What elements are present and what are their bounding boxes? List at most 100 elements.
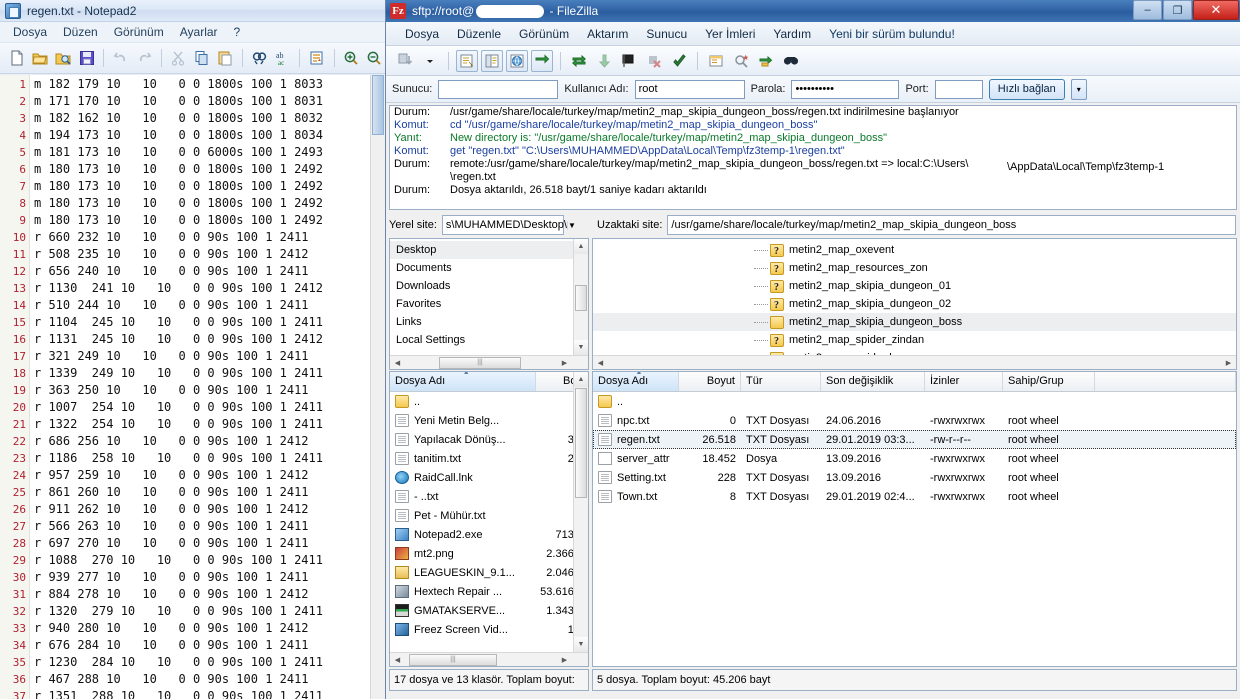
- reconnect-icon[interactable]: [668, 50, 690, 72]
- local-list-horizontal-scrollbar[interactable]: ◀ ||| ▶: [390, 652, 588, 666]
- new-file-icon[interactable]: [6, 46, 27, 70]
- replace-icon[interactable]: ab ac: [272, 46, 293, 70]
- menu-item-duzenle[interactable]: Düzenle: [448, 25, 510, 43]
- menu-item-gorunum[interactable]: Görünüm: [106, 24, 172, 40]
- scroll-left-icon[interactable]: ◀: [593, 359, 608, 367]
- scroll-left-icon[interactable]: ◀: [390, 656, 405, 664]
- remote-file-row[interactable]: Setting.txt 228 TXT Dosyası 13.09.2016 -rwxr…: [593, 468, 1236, 487]
- editor-line[interactable]: r 467 288 10 10 0 0 90s 100 1 2411: [34, 671, 370, 688]
- local-file-row[interactable]: tanitim.txt2.4: [390, 449, 588, 468]
- editor-line[interactable]: r 940 280 10 10 0 0 90s 100 1 2412: [34, 620, 370, 637]
- toggle-message-log-icon[interactable]: [456, 49, 478, 72]
- minimize-button[interactable]: –: [1133, 0, 1162, 20]
- menu-item-yer-imleri[interactable]: Yer İmleri: [696, 25, 764, 43]
- editor-line[interactable]: r 884 278 10 10 0 0 90s 100 1 2412: [34, 586, 370, 603]
- local-tree-horizontal-scrollbar[interactable]: ◀ ||| ▶: [390, 355, 588, 369]
- remote-tree-item[interactable]: metin2_map_skipia_dungeon_01: [593, 277, 1236, 297]
- goto-line-icon[interactable]: [306, 46, 327, 70]
- local-file-row[interactable]: - ..txt1: [390, 487, 588, 506]
- editor-line[interactable]: r 676 284 10 10 0 0 90s 100 1 2411: [34, 637, 370, 654]
- editor-line[interactable]: r 1007 254 10 10 0 0 90s 100 1 2411: [34, 399, 370, 416]
- scroll-left-icon[interactable]: ◀: [390, 359, 405, 367]
- editor-line[interactable]: r 1230 284 10 10 0 0 90s 100 1 2411: [34, 654, 370, 671]
- menu-item-gorunum[interactable]: Görünüm: [510, 25, 578, 43]
- scroll-down-icon[interactable]: ▼: [574, 637, 588, 652]
- close-button[interactable]: ✕: [1193, 0, 1239, 20]
- local-tree-item[interactable]: Documents: [390, 259, 588, 277]
- chevron-down-icon[interactable]: ▼: [566, 220, 576, 230]
- column-header-name[interactable]: Dosya Adı: [390, 372, 537, 391]
- editor-line[interactable]: r 1320 279 10 10 0 0 90s 100 1 2411: [34, 603, 370, 620]
- column-header-name[interactable]: Dosya Adı: [593, 372, 679, 391]
- local-file-row[interactable]: RaidCall.lnk9: [390, 468, 588, 487]
- save-file-icon[interactable]: [76, 46, 97, 70]
- remote-tree-item[interactable]: metin2_map_resources_zon: [593, 259, 1236, 279]
- menu-item-aktarim[interactable]: Aktarım: [578, 25, 637, 43]
- editor-vertical-scrollbar[interactable]: [370, 75, 385, 699]
- editor-line[interactable]: r 1351 288 10 10 0 0 90s 100 1 2411: [34, 688, 370, 699]
- local-list-vertical-scrollbar[interactable]: ▲ ▼: [573, 372, 588, 652]
- editor-line[interactable]: m 180 173 10 10 0 0 1800s 100 1 2492: [34, 195, 370, 212]
- cancel-operation-icon[interactable]: [618, 50, 640, 72]
- local-file-row[interactable]: Yapılacak Dönüş...3.3: [390, 430, 588, 449]
- find-icon[interactable]: [249, 46, 270, 70]
- undo-icon[interactable]: [110, 46, 131, 70]
- local-file-row[interactable]: Hextech Repair ... 53.616.6: [390, 582, 588, 601]
- editor-line[interactable]: r 1130 241 10 10 0 0 90s 100 1 2412: [34, 280, 370, 297]
- scrollbar-thumb[interactable]: [575, 388, 587, 498]
- scrollbar-thumb[interactable]: |||: [409, 653, 497, 666]
- remote-file-list[interactable]: Dosya Adı Boyut Tür Son değişiklik İzinl…: [592, 371, 1237, 667]
- password-input[interactable]: [791, 79, 900, 99]
- cut-icon[interactable]: [168, 46, 189, 70]
- open-file-icon[interactable]: [29, 46, 50, 70]
- local-file-row[interactable]: LEAGUESKIN_9.1... 2.046.2: [390, 563, 588, 582]
- local-tree-item[interactable]: Desktop: [390, 241, 588, 259]
- editor-line[interactable]: m 171 170 10 10 0 0 1800s 100 1 8031: [34, 93, 370, 110]
- zoom-in-icon[interactable]: [340, 46, 361, 70]
- scrollbar-thumb[interactable]: [372, 75, 384, 135]
- editor-line[interactable]: r 508 235 10 10 0 0 90s 100 1 2412: [34, 246, 370, 263]
- local-tree-item[interactable]: Local Settings: [390, 331, 588, 349]
- remote-tree-item[interactable]: metin2_map_skipia_dungeon_boss: [593, 313, 1236, 331]
- editor-line[interactable]: r 697 270 10 10 0 0 90s 100 1 2411: [34, 535, 370, 552]
- site-manager-dropdown-icon[interactable]: [419, 50, 441, 72]
- filezilla-title-bar[interactable]: Fz sftp://root@ - FileZilla – ❐ ✕: [386, 0, 1240, 22]
- editor-line[interactable]: r 1339 249 10 10 0 0 90s 100 1 2411: [34, 365, 370, 382]
- editor-line[interactable]: m 181 173 10 10 0 0 6000s 100 1 2493: [34, 144, 370, 161]
- menu-item-duzen[interactable]: Düzen: [55, 24, 106, 40]
- remote-file-row[interactable]: ..: [593, 392, 1236, 411]
- synchronized-browsing-icon[interactable]: [755, 50, 777, 72]
- editor-line[interactable]: m 180 173 10 10 0 0 1800s 100 1 2492: [34, 178, 370, 195]
- local-file-row[interactable]: GMATAKSERVE... 1.343.7: [390, 601, 588, 620]
- editor-line[interactable]: r 1104 245 10 10 0 0 90s 100 1 2411: [34, 314, 370, 331]
- scroll-right-icon[interactable]: ▶: [557, 656, 572, 664]
- editor-line[interactable]: r 957 259 10 10 0 0 90s 100 1 2412: [34, 467, 370, 484]
- notepad2-editor[interactable]: 1 2 3 4 5 6 7 8 9 10 11 12 13 14 15 16 17 18 19 20 21 22 23 24 2…: [0, 75, 385, 699]
- editor-line[interactable]: r 510 244 10 10 0 0 90s 100 1 2411: [34, 297, 370, 314]
- editor-line[interactable]: r 656 240 10 10 0 0 90s 100 1 2411: [34, 263, 370, 280]
- editor-line[interactable]: r 686 256 10 10 0 0 90s 100 1 2412: [34, 433, 370, 450]
- editor-line[interactable]: r 1186 258 10 10 0 0 90s 100 1 2411: [34, 450, 370, 467]
- editor-line[interactable]: r 321 249 10 10 0 0 90s 100 1 2411: [34, 348, 370, 365]
- filter-icon[interactable]: [705, 50, 727, 72]
- remote-tree-item[interactable]: metin2_map_oxevent: [593, 241, 1236, 261]
- scroll-up-icon[interactable]: ▲: [574, 372, 588, 387]
- editor-line[interactable]: r 861 260 10 10 0 0 90s 100 1 2411: [34, 484, 370, 501]
- toggle-transfer-queue-icon[interactable]: [531, 49, 553, 72]
- filezilla-menu-bar[interactable]: Dosya Düzenle Görünüm Aktarım Sunucu Yer…: [386, 22, 1240, 46]
- compare-directories-icon[interactable]: [730, 50, 752, 72]
- editor-line[interactable]: r 1322 254 10 10 0 0 90s 100 1 2411: [34, 416, 370, 433]
- zoom-out-icon[interactable]: [364, 46, 385, 70]
- local-file-row[interactable]: Pet - Mühür.txt3: [390, 506, 588, 525]
- copy-icon[interactable]: [191, 46, 212, 70]
- quick-connect-dropdown-icon[interactable]: ▾: [1070, 78, 1087, 100]
- local-tree-vertical-scrollbar[interactable]: ▲ ▼: [573, 239, 588, 355]
- local-file-row[interactable]: Notepad2.exe 713.7: [390, 525, 588, 544]
- editor-line[interactable]: r 363 250 10 10 0 0 90s 100 1 2411: [34, 382, 370, 399]
- toggle-local-tree-icon[interactable]: [481, 49, 503, 72]
- toggle-remote-tree-icon[interactable]: [506, 49, 528, 72]
- paste-icon[interactable]: [214, 46, 235, 70]
- editor-line[interactable]: m 180 173 10 10 0 0 1800s 100 1 2492: [34, 161, 370, 178]
- new-version-notice[interactable]: Yeni bir sürüm bulundu!: [820, 25, 964, 43]
- remote-file-row[interactable]: Town.txt 8 TXT Dosyası 29.01.2019 02:4... -r…: [593, 487, 1236, 506]
